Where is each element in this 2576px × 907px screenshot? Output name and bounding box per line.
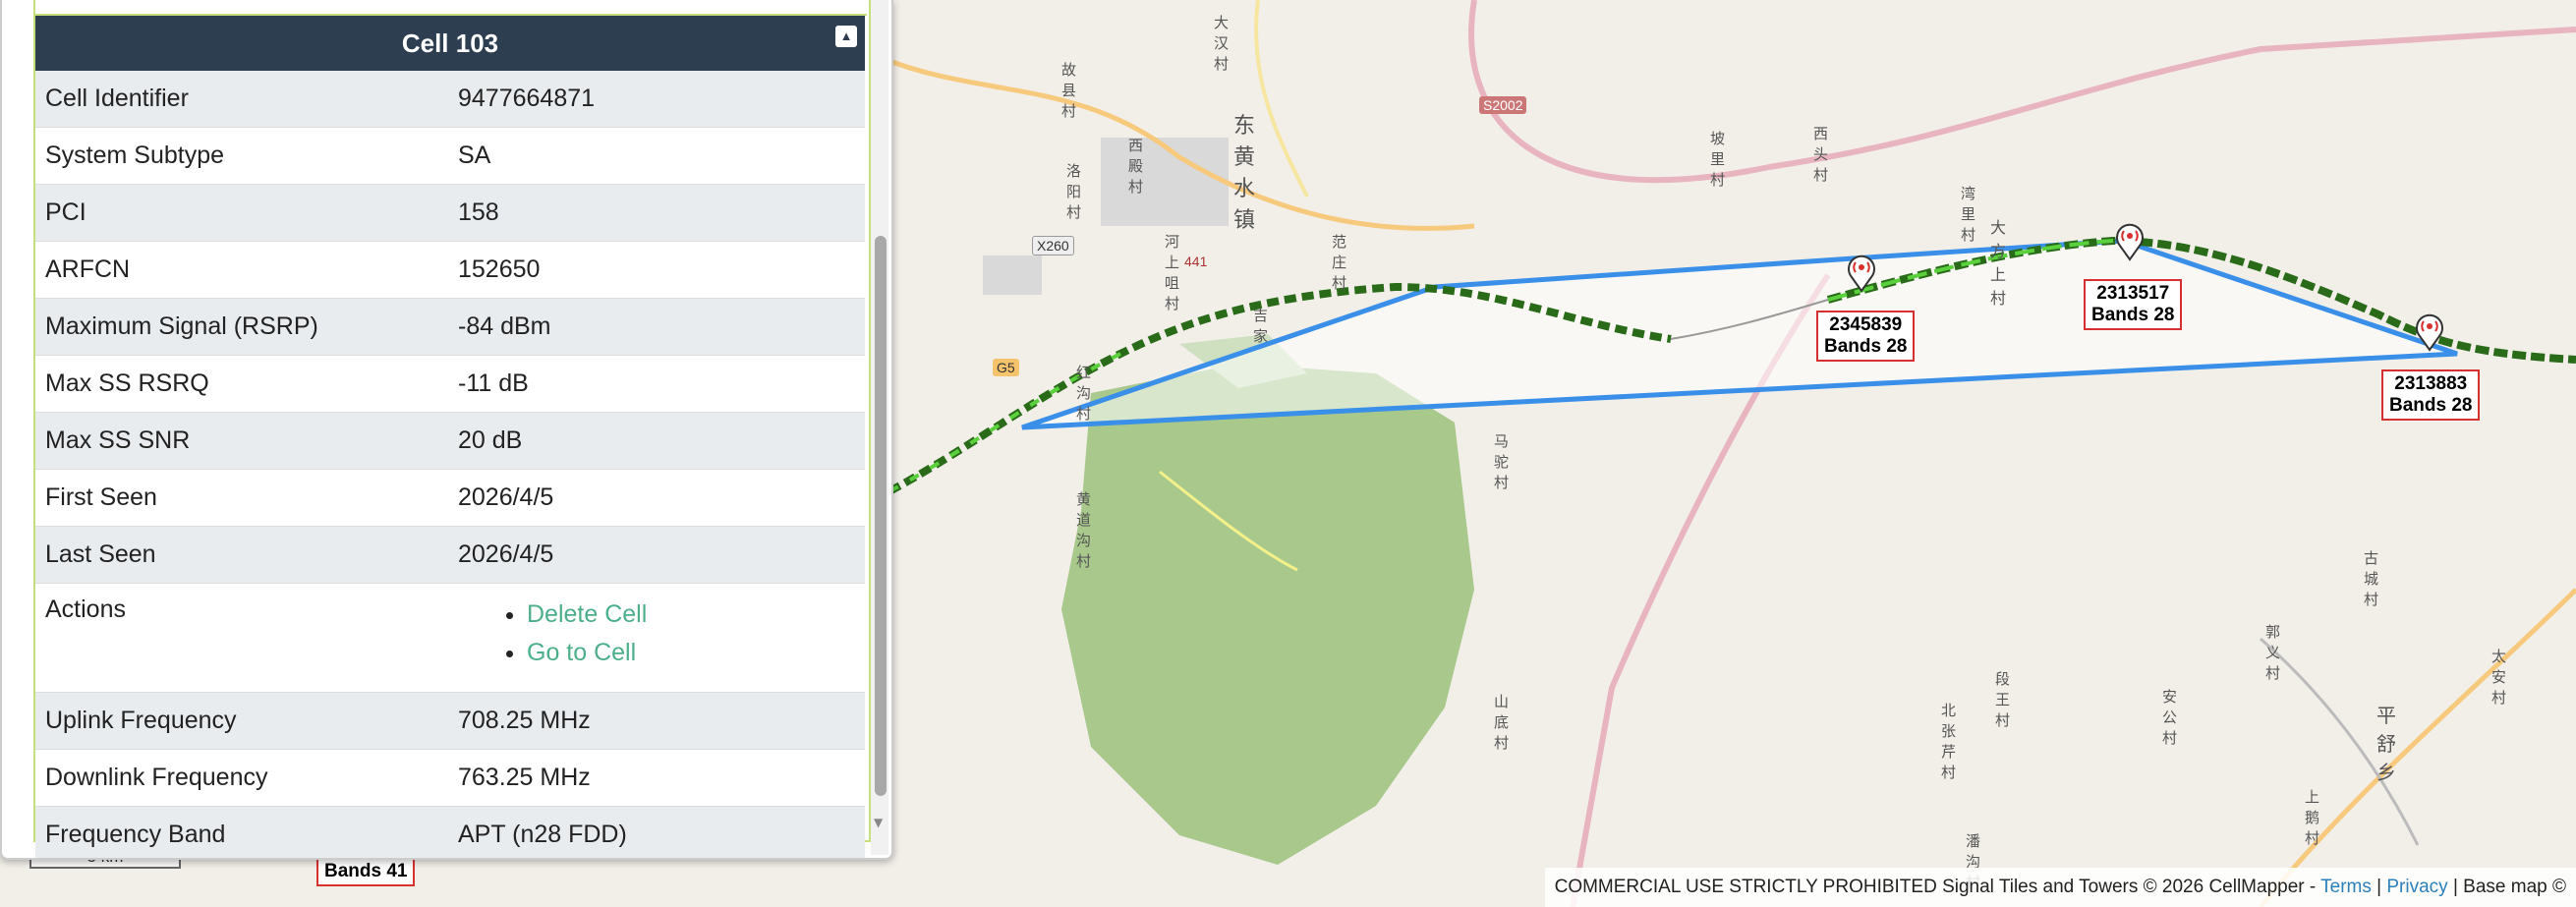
place-label: 马驼村 xyxy=(1494,433,1510,491)
delete-cell-link[interactable]: Delete Cell xyxy=(527,600,647,628)
table-row: Cell Identifier 9477664871 xyxy=(35,71,865,128)
table-row: ARFCN 152650 xyxy=(35,241,865,299)
place-label: 平舒乡 xyxy=(2376,706,2396,784)
scrollbar-thumb[interactable] xyxy=(875,236,887,796)
tower-bands: Bands 28 xyxy=(2389,395,2473,416)
row-key: Last Seen xyxy=(35,526,448,584)
place-label: 安公村 xyxy=(2162,689,2178,747)
road-shield: S2002 xyxy=(1479,96,1527,114)
cell-info-table: Cell Identifier 9477664871 System Subtype… xyxy=(35,71,865,858)
place-label: 河上咀村 xyxy=(1165,234,1180,312)
attribution-basemap: | Base map © xyxy=(2447,877,2566,897)
row-value: SA xyxy=(448,127,865,185)
cell-info-popup: Cell 103 ▲ Cell Identifier 9477664871 Sys… xyxy=(0,0,893,860)
tower-id: 2313883 xyxy=(2394,373,2468,394)
row-value: 708.25 MHz xyxy=(448,692,865,750)
table-row: Frequency Band APT (n28 FDD) xyxy=(35,806,865,858)
row-value: 2026/4/5 xyxy=(448,526,865,584)
attribution-sep: | xyxy=(2371,877,2387,897)
row-value: APT (n28 FDD) xyxy=(448,806,865,858)
tower-id: 2313517 xyxy=(2096,283,2170,304)
row-value: 20 dB xyxy=(448,412,865,470)
row-key: Max SS RSRQ xyxy=(35,355,448,413)
place-label: 郭义村 xyxy=(2265,624,2281,682)
table-row: Downlink Frequency 763.25 MHz xyxy=(35,749,865,807)
tower-icon[interactable] xyxy=(2113,222,2147,261)
row-value: 763.25 MHz xyxy=(448,749,865,807)
table-row: Max SS RSRQ -11 dB xyxy=(35,355,865,413)
place-label: 洛阳村 xyxy=(1066,163,1082,221)
table-row: Maximum Signal (RSRP) -84 dBm xyxy=(35,298,865,356)
place-label: 东黄水镇 xyxy=(1233,113,1256,232)
tower-icon[interactable] xyxy=(1845,254,1878,293)
row-key: Downlink Frequency xyxy=(35,749,448,807)
row-key: System Subtype xyxy=(35,127,448,185)
place-label: 故县村 xyxy=(1061,62,1077,120)
row-value: 158 xyxy=(448,184,865,242)
tower-label[interactable]: 2313883 Bands 28 xyxy=(2381,369,2481,421)
place-label: 大汉村 xyxy=(1214,15,1230,73)
row-key: Actions xyxy=(35,583,448,693)
actions-list: Delete Cell Go to Cell xyxy=(458,595,855,672)
privacy-link[interactable]: Privacy xyxy=(2386,877,2447,897)
row-value: 9477664871 xyxy=(448,71,865,128)
place-label: 山底村 xyxy=(1494,694,1510,752)
cell-title: Cell 103 xyxy=(401,28,499,58)
row-value: 152650 xyxy=(448,241,865,299)
tower-bands: Bands 41 xyxy=(324,861,408,881)
place-label: 古城村 xyxy=(2364,550,2379,608)
attribution-text: COMMERCIAL USE STRICTLY PROHIBITED Signa… xyxy=(1554,877,2321,897)
place-label: 大方上村 xyxy=(1990,220,2007,308)
place-label: 范庄村 xyxy=(1332,234,1347,292)
place-label: 西头村 xyxy=(1813,126,1829,184)
tower-icon[interactable] xyxy=(2413,312,2446,352)
list-item: Delete Cell xyxy=(527,595,855,634)
table-row: PCI 158 xyxy=(35,184,865,242)
row-value: 2026/4/5 xyxy=(448,469,865,527)
row-key: Max SS SNR xyxy=(35,412,448,470)
table-row: Last Seen 2026/4/5 xyxy=(35,526,865,584)
row-key: Cell Identifier xyxy=(35,71,448,128)
place-label: 黄道沟村 xyxy=(1076,491,1092,570)
tower-label[interactable]: 2313517 Bands 28 xyxy=(2084,279,2183,330)
place-label: 上鹅村 xyxy=(2305,789,2320,847)
place-label: 湾里村 xyxy=(1961,186,1976,244)
list-item: Go to Cell xyxy=(527,634,855,672)
caret-up-icon[interactable]: ▲ xyxy=(835,26,857,47)
tower-label[interactable]: 2345839 Bands 28 xyxy=(1816,311,1916,362)
row-key: Maximum Signal (RSRP) xyxy=(35,298,448,356)
row-value: -11 dB xyxy=(448,355,865,413)
row-key: PCI xyxy=(35,184,448,242)
map-attribution: COMMERCIAL USE STRICTLY PROHIBITED Signa… xyxy=(1544,868,2576,907)
actions-list-cell: Delete Cell Go to Cell xyxy=(448,583,865,693)
row-value: -84 dBm xyxy=(448,298,865,356)
table-row: Uplink Frequency 708.25 MHz xyxy=(35,692,865,750)
cell-header: Cell 103 ▲ xyxy=(35,16,865,71)
road-shield: 441 xyxy=(1184,254,1208,269)
go-to-cell-link[interactable]: Go to Cell xyxy=(527,639,636,666)
place-label: 吉家 xyxy=(1253,308,1269,345)
place-label: 红沟村 xyxy=(1076,365,1092,423)
tower-id: 2345839 xyxy=(1829,314,1903,335)
terms-link[interactable]: Terms xyxy=(2320,877,2372,897)
place-label: 段王村 xyxy=(1995,671,2011,729)
place-label: 坡里村 xyxy=(1710,131,1726,189)
row-key: First Seen xyxy=(35,469,448,527)
road-shield: X260 xyxy=(1032,236,1074,255)
place-label: 太安村 xyxy=(2491,649,2507,707)
table-row: System Subtype SA xyxy=(35,127,865,185)
row-key: Uplink Frequency xyxy=(35,692,448,750)
row-key: ARFCN xyxy=(35,241,448,299)
tower-bands: Bands 28 xyxy=(2091,305,2175,325)
actions-row: Actions Delete Cell Go to Cell xyxy=(35,583,865,693)
tower-bands: Bands 28 xyxy=(1824,336,1908,357)
scroll-down-icon[interactable]: ▼ xyxy=(874,816,883,829)
road-shield: G5 xyxy=(993,359,1019,376)
table-row: Max SS SNR 20 dB xyxy=(35,412,865,470)
place-label: 北张芹村 xyxy=(1941,703,1957,781)
place-label: 西殿村 xyxy=(1128,138,1144,196)
table-row: First Seen 2026/4/5 xyxy=(35,469,865,527)
row-key: Frequency Band xyxy=(35,806,448,858)
popup-scrollbar[interactable]: ▼ xyxy=(871,0,888,855)
